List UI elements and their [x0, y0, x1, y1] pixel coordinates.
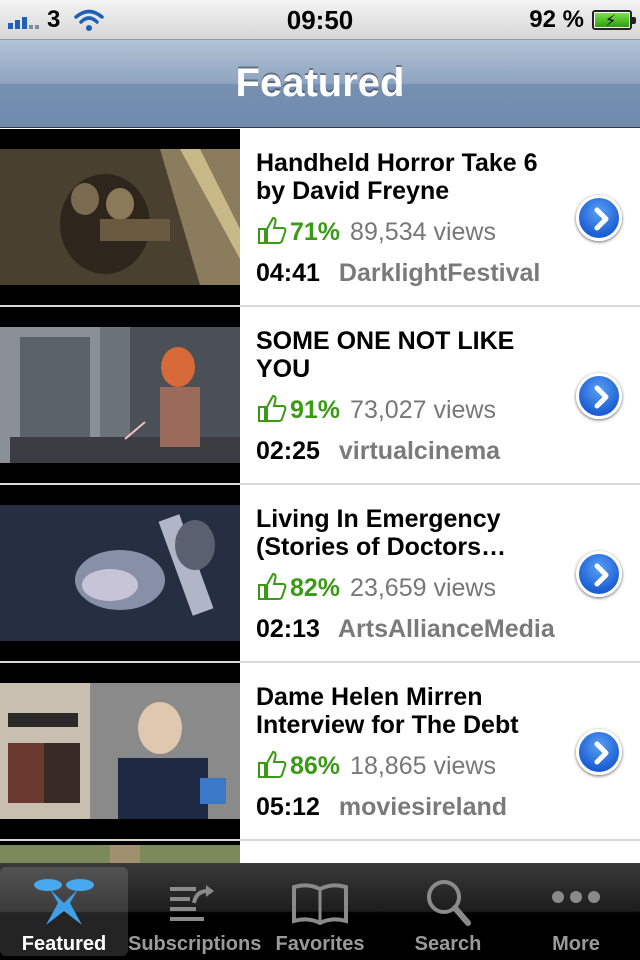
video-thumbnail[interactable] — [0, 841, 240, 863]
video-thumbnail[interactable] — [0, 307, 240, 483]
chevron-right-icon — [594, 385, 609, 409]
rating-percent: 86% — [290, 752, 341, 780]
detail-disclosure-button[interactable] — [576, 195, 622, 241]
chevron-right-icon — [594, 741, 609, 765]
thumbs-up-icon — [258, 750, 287, 778]
video-row-partial[interactable] — [0, 841, 640, 863]
video-list[interactable]: Handheld Horror Take 6 by David Freyne 7… — [0, 129, 640, 863]
thumbs-up-icon — [258, 572, 287, 600]
channel-name: DarklightFestival — [338, 259, 541, 287]
book-icon — [292, 883, 348, 926]
video-thumbnail[interactable] — [0, 485, 240, 661]
video-duration: 02:25 — [256, 437, 320, 465]
detail-disclosure-button[interactable] — [576, 729, 622, 775]
video-meta: 02:25 virtualcinema — [256, 437, 500, 466]
more-dots-icon — [552, 891, 600, 903]
view-count: 18,865 views — [350, 752, 496, 780]
video-meta: 05:12 moviesireland — [256, 793, 507, 822]
tab-favorites[interactable]: Favorites — [256, 863, 384, 960]
thumbs-up-icon — [258, 394, 287, 422]
tab-featured[interactable]: Featured — [0, 867, 128, 956]
video-title: Living In Emergency (Stories of Doctors… — [256, 505, 507, 561]
status-right: 92 % ⚡ — [529, 5, 636, 35]
tab-label: Favorites — [275, 933, 365, 955]
channel-name: moviesireland — [338, 793, 508, 821]
subscriptions-icon — [170, 885, 214, 921]
video-duration: 04:41 — [256, 259, 320, 287]
thumbs-up-icon — [258, 216, 287, 244]
view-count: 89,534 views — [350, 218, 496, 246]
video-duration: 02:13 — [256, 615, 320, 643]
video-thumbnail[interactable] — [0, 663, 240, 839]
channel-name: ArtsAllianceMedia — [337, 615, 555, 643]
video-row[interactable]: Handheld Horror Take 6 by David Freyne 7… — [0, 129, 640, 307]
video-stats: 86% 18,865 views — [256, 750, 496, 781]
chevron-right-icon — [594, 207, 609, 231]
view-count: 73,027 views — [350, 396, 496, 424]
battery-charging-icon: ⚡ — [592, 10, 636, 30]
tab-label: Subscriptions — [128, 933, 262, 955]
tab-label: More — [552, 933, 600, 955]
tab-label: Featured — [21, 933, 107, 955]
video-stats: 82% 23,659 views — [256, 572, 496, 603]
status-bar: 3 09:50 92 % ⚡ — [0, 0, 640, 40]
rating-percent: 82% — [290, 574, 341, 602]
tab-more[interactable]: More — [512, 863, 640, 960]
featured-x-icon — [34, 879, 94, 925]
page-title: Featured — [235, 61, 405, 105]
rating-percent: 91% — [290, 396, 341, 424]
detail-disclosure-button[interactable] — [576, 551, 622, 597]
video-stats: 91% 73,027 views — [256, 394, 496, 425]
video-title: SOME ONE NOT LIKE YOU — [256, 327, 515, 383]
battery-percent: 92 % — [529, 6, 584, 33]
video-thumbnail[interactable] — [0, 129, 240, 305]
rating-percent: 71% — [290, 218, 341, 246]
video-title: Handheld Horror Take 6 by David Freyne — [256, 149, 538, 205]
video-stats: 71% 89,534 views — [256, 216, 496, 247]
navigation-bar: Featured — [0, 40, 640, 128]
tab-subscriptions[interactable]: Subscriptions — [128, 863, 262, 960]
video-title: Dame Helen Mirren Interview for The Debt — [256, 683, 519, 739]
video-row[interactable]: Living In Emergency (Stories of Doctors…… — [0, 485, 640, 663]
tab-label: Search — [414, 933, 482, 955]
view-count: 23,659 views — [350, 574, 496, 602]
tab-search[interactable]: Search — [384, 863, 512, 960]
channel-name: virtualcinema — [338, 437, 501, 465]
search-icon — [427, 880, 471, 926]
video-meta: 04:41 DarklightFestival — [256, 259, 540, 288]
video-duration: 05:12 — [256, 793, 320, 821]
chevron-right-icon — [594, 563, 609, 587]
tab-bar: Featured Subscriptions Favorites Search — [0, 863, 640, 960]
video-meta: 02:13 ArtsAllianceMedia — [256, 615, 555, 644]
video-row[interactable]: SOME ONE NOT LIKE YOU 91% 73,027 views 0… — [0, 307, 640, 485]
video-row[interactable]: Dame Helen Mirren Interview for The Debt… — [0, 663, 640, 841]
detail-disclosure-button[interactable] — [576, 373, 622, 419]
